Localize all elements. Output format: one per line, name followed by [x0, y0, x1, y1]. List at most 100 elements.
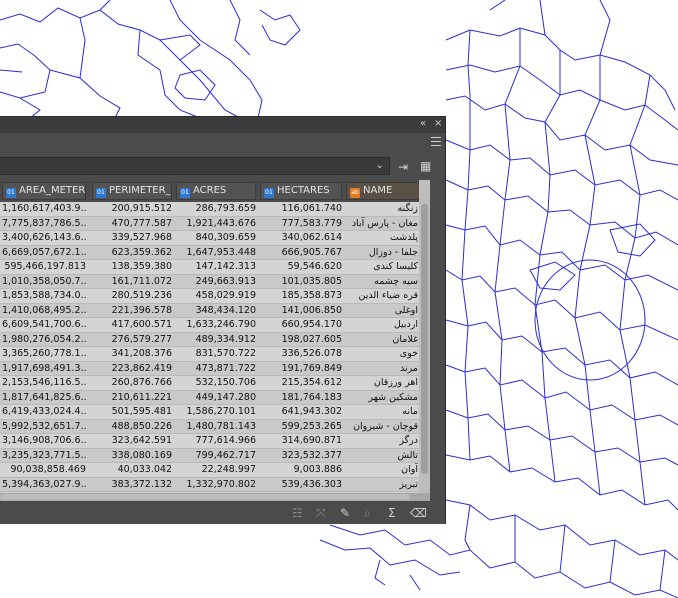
- table-row[interactable]: 6,419,433,024.4... 501,595.481 1,586,270.1…: [0, 405, 430, 420]
- layer-select[interactable]: ⌄: [0, 157, 390, 175]
- table-cell[interactable]: جلفا - دوزال: [346, 246, 418, 260]
- table-cell[interactable]: 1,160,617,403.9...: [2, 202, 86, 216]
- table-cell[interactable]: 1,817,641,825.6...: [2, 391, 86, 405]
- table-cell[interactable]: 336,526.078: [260, 347, 342, 361]
- select-by-attributes-icon[interactable]: ☷: [292, 506, 303, 520]
- table-cell[interactable]: 138,359.380: [92, 260, 172, 274]
- table-cell[interactable]: 340,062.614: [260, 231, 342, 245]
- table-cell[interactable]: 9,003.886: [260, 463, 342, 477]
- table-row[interactable]: 7,775,837,786.5... 470,777.587 1,921,443.6…: [0, 216, 430, 231]
- table-cell[interactable]: قره ضیاء الدین: [346, 289, 419, 303]
- table-cell[interactable]: 6,669,057,672.1...: [2, 246, 86, 260]
- table-cell[interactable]: 338,080.169: [92, 449, 172, 463]
- table-row[interactable]: 6,609,541,700.6... 417,600.571 1,633,246.7…: [0, 318, 430, 333]
- column-header-name[interactable]: ab NAME: [346, 182, 426, 200]
- table-cell[interactable]: 383,372.132: [92, 478, 172, 492]
- table-cell[interactable]: آوان: [346, 463, 418, 477]
- table-cell[interactable]: 1,917,698,491.3...: [2, 362, 86, 376]
- table-cell[interactable]: 3,400,626,143.6...: [2, 231, 86, 245]
- column-header-area-meter[interactable]: 01 AREA_METER: [2, 182, 86, 200]
- table-cell[interactable]: 280,519.236: [92, 289, 172, 303]
- vertical-scrollbar[interactable]: [419, 180, 430, 493]
- table-cell[interactable]: 249,663.913: [176, 275, 256, 289]
- table-row[interactable]: 2,153,546,116.5... 260,876.766 532,150.706…: [0, 376, 430, 391]
- table-cell[interactable]: 1,410,068,495.2...: [2, 304, 86, 318]
- table-cell[interactable]: 221,396.578: [92, 304, 172, 318]
- scroll-thumb[interactable]: [0, 494, 410, 500]
- table-cell[interactable]: 141,006.850: [260, 304, 342, 318]
- table-cell[interactable]: 59,546.620: [260, 260, 342, 274]
- table-cell[interactable]: 488,850.226: [92, 420, 172, 434]
- table-cell[interactable]: 777,583.779: [260, 217, 342, 231]
- table-cell[interactable]: 6,419,433,024.4...: [2, 405, 86, 419]
- close-button[interactable]: ×: [434, 118, 442, 129]
- table-cell[interactable]: 539,436.303: [260, 478, 342, 492]
- zoom-to-selection-icon[interactable]: ⌕: [364, 506, 371, 521]
- table-cell[interactable]: 1,332,970.802: [176, 478, 256, 492]
- table-row[interactable]: 1,853,588,734.0... 280,519.236 458,029.919…: [0, 289, 430, 304]
- table-options-icon[interactable]: ▦: [420, 159, 431, 173]
- table-cell[interactable]: اوغلی: [346, 304, 418, 318]
- table-row[interactable]: 3,235,323,771.5... 338,080.169 799,462.717…: [0, 448, 430, 463]
- table-row[interactable]: 6,669,057,672.1... 623,359.362 1,647,953.4…: [0, 245, 430, 260]
- table-cell[interactable]: 595,466,197.813: [2, 260, 86, 274]
- table-cell[interactable]: 191,769.849: [260, 362, 342, 376]
- switch-selection-icon[interactable]: ⤧: [316, 506, 326, 521]
- table-cell[interactable]: 22,248.997: [176, 463, 256, 477]
- table-cell[interactable]: مغان - پارس آباد: [346, 217, 418, 231]
- table-row[interactable]: 1,160,617,403.9... 200,915.512 286,793.659…: [0, 202, 430, 217]
- table-cell[interactable]: 1,853,588,734.0...: [2, 289, 86, 303]
- table-row[interactable]: 3,400,626,143.6... 339,527.968 840,309.659…: [0, 231, 430, 246]
- table-cell[interactable]: 2,153,546,116.5...: [2, 376, 86, 390]
- table-cell[interactable]: 323,642.591: [92, 434, 172, 448]
- table-cell[interactable]: 7,775,837,786.5...: [2, 217, 86, 231]
- table-row[interactable]: 5,992,532,651.7... 488,850.226 1,480,781.1…: [0, 419, 430, 434]
- table-cell[interactable]: 641,943.302: [260, 405, 342, 419]
- table-cell[interactable]: 840,309.659: [176, 231, 256, 245]
- table-cell[interactable]: 489,334.912: [176, 333, 256, 347]
- table-row[interactable]: 1,980,276,054.2... 276,579.277 489,334.912…: [0, 332, 430, 347]
- field-calculator-icon[interactable]: ✎: [340, 506, 350, 520]
- table-cell[interactable]: 473,871.722: [176, 362, 256, 376]
- table-cell[interactable]: 1,921,443.676: [176, 217, 256, 231]
- hamburger-icon[interactable]: [431, 137, 441, 149]
- collapse-button[interactable]: «: [420, 118, 426, 129]
- table-cell[interactable]: 599,253.265: [260, 420, 342, 434]
- table-cell[interactable]: 470,777.587: [92, 217, 172, 231]
- horizontal-scrollbar[interactable]: [0, 493, 430, 501]
- table-cell[interactable]: 276,579.277: [92, 333, 172, 347]
- table-cell[interactable]: اردبیل: [346, 318, 418, 332]
- table-cell[interactable]: 660,954.170: [260, 318, 342, 332]
- table-cell[interactable]: 1,010,358,050.7...: [2, 275, 86, 289]
- table-cell[interactable]: 1,586,270.101: [176, 405, 256, 419]
- table-cell[interactable]: 215,354.612: [260, 376, 342, 390]
- table-cell[interactable]: 1,647,953.448: [176, 246, 256, 260]
- statistics-icon[interactable]: Σ: [388, 506, 396, 520]
- table-cell[interactable]: 223,862.419: [92, 362, 172, 376]
- scroll-thumb[interactable]: [421, 204, 428, 474]
- table-cell[interactable]: 6,609,541,700.6...: [2, 318, 86, 332]
- table-cell[interactable]: 323,532.377: [260, 449, 342, 463]
- table-cell[interactable]: 185,358.873: [260, 289, 342, 303]
- table-row[interactable]: 3,365,260,778.1... 341,208.376 831,570.722…: [0, 347, 430, 362]
- table-row[interactable]: 595,466,197.813 138,359.380 147,142.313 59,…: [0, 260, 430, 275]
- table-cell[interactable]: 532,150.706: [176, 376, 256, 390]
- table-cell[interactable]: 161,711.072: [92, 275, 172, 289]
- table-cell[interactable]: غلامان: [346, 333, 418, 347]
- table-cell[interactable]: 90,038,858.469: [2, 463, 86, 477]
- table-cell[interactable]: 147,142.313: [176, 260, 256, 274]
- table-cell[interactable]: 799,462.717: [176, 449, 256, 463]
- table-cell[interactable]: درگز: [346, 434, 418, 448]
- table-cell[interactable]: 1,633,246.790: [176, 318, 256, 332]
- table-cell[interactable]: مانه: [346, 405, 418, 419]
- table-cell[interactable]: 831,570.722: [176, 347, 256, 361]
- table-cell[interactable]: تبریز: [346, 478, 418, 492]
- table-cell[interactable]: 777,614.966: [176, 434, 256, 448]
- table-cell[interactable]: 116,061.740: [260, 202, 342, 216]
- table-cell[interactable]: 417,600.571: [92, 318, 172, 332]
- table-cell[interactable]: 3,365,260,778.1...: [2, 347, 86, 361]
- table-row[interactable]: 1,817,641,825.6... 210,611.221 449,147.280…: [0, 390, 430, 405]
- table-cell[interactable]: سیه چشمه: [346, 275, 418, 289]
- table-cell[interactable]: 623,359.362: [92, 246, 172, 260]
- table-cell[interactable]: 348,434.120: [176, 304, 256, 318]
